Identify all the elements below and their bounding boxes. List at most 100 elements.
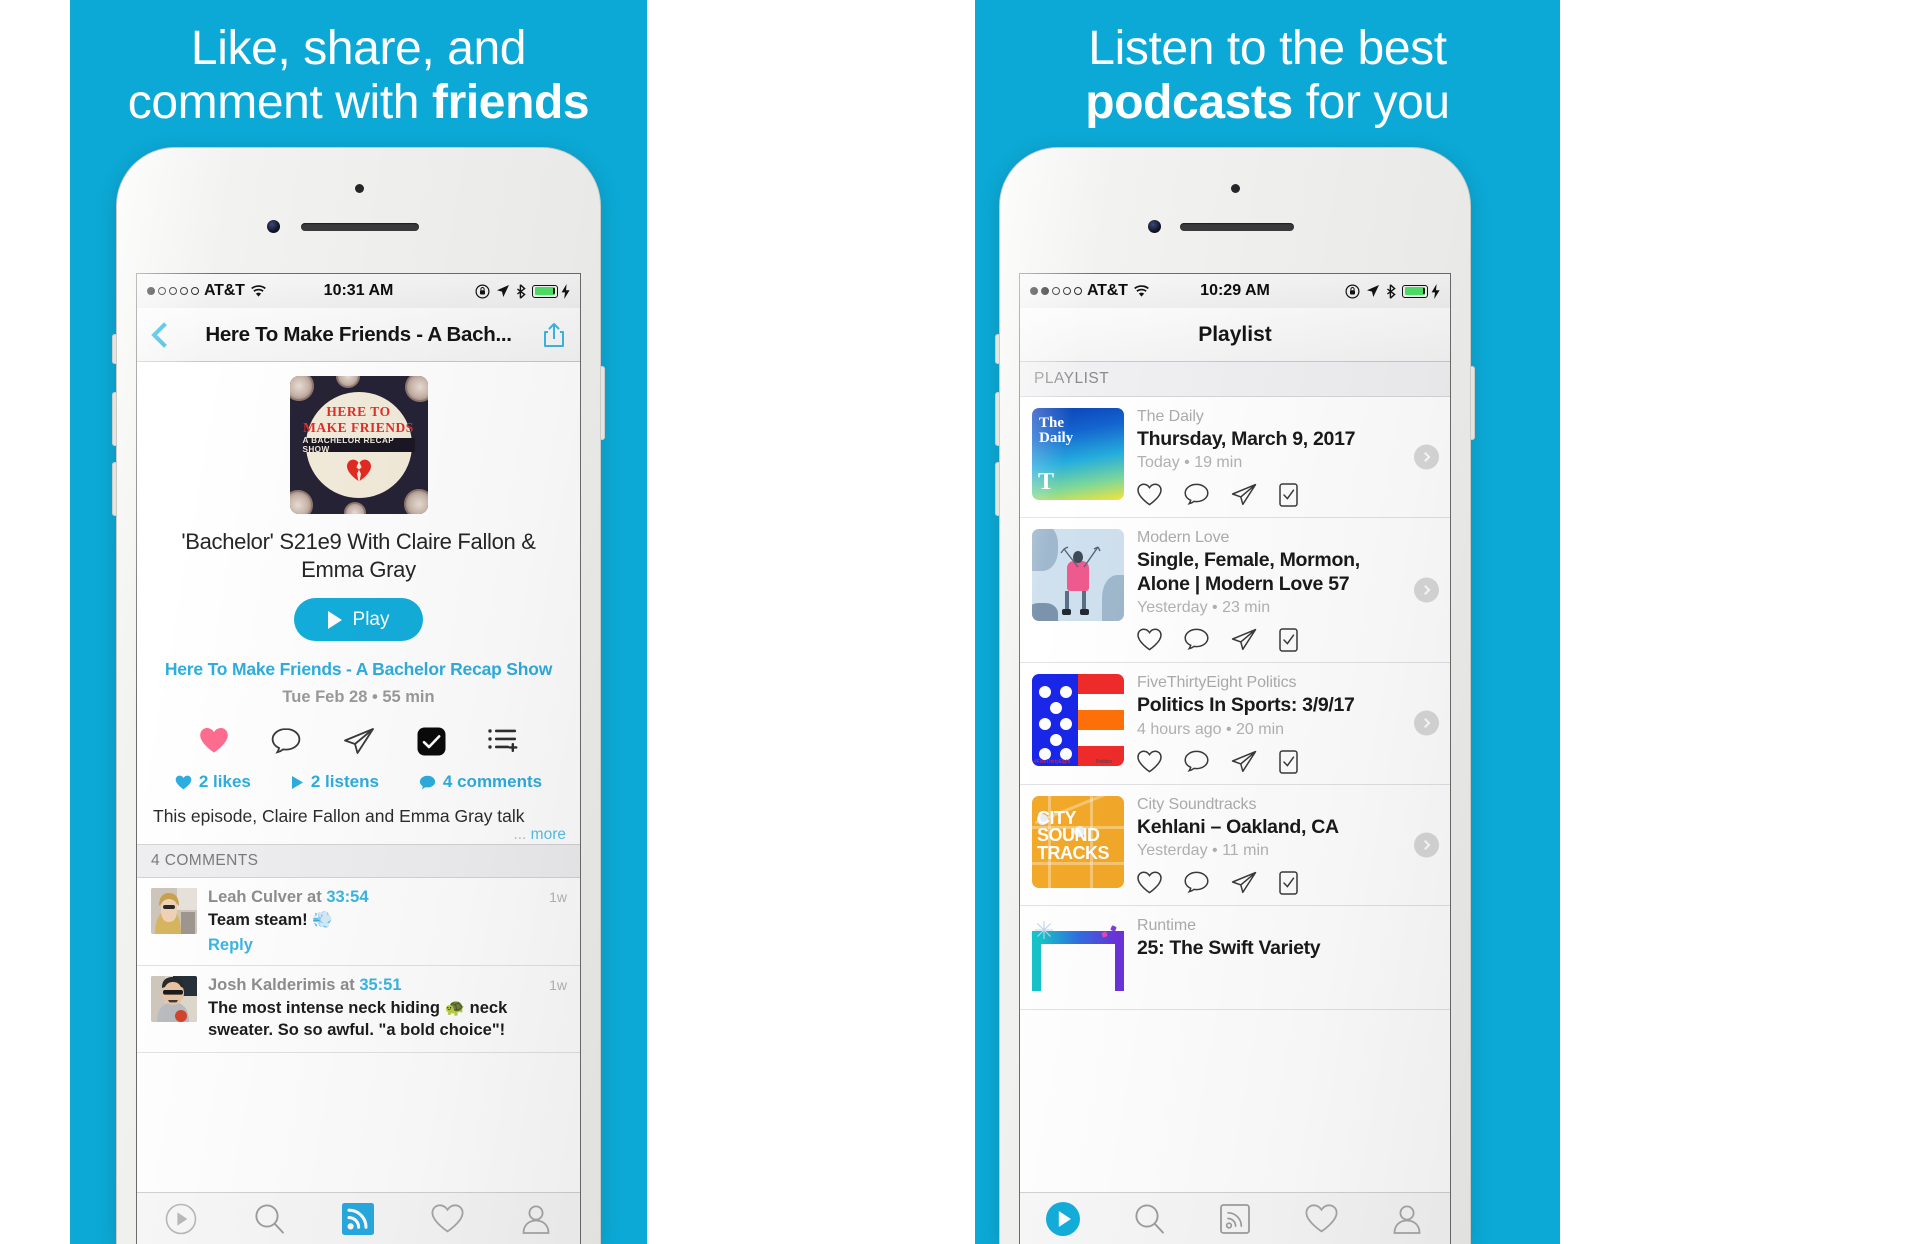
share-icon[interactable] [542,322,566,348]
battery-icon [1402,284,1428,298]
saved-check-icon[interactable] [417,727,446,756]
comment-icon[interactable] [1184,628,1209,651]
sparkle-icon [1035,920,1053,939]
share-send-icon[interactable] [1231,871,1257,894]
rss-icon [1220,1203,1250,1234]
play-circle-icon [165,1203,197,1234]
share-send-icon[interactable] [343,727,375,756]
rss-icon [342,1202,375,1235]
playlist-section-header: PLAYLIST [1020,362,1450,397]
the-daily-artwork: The Daily T [1032,408,1124,500]
comment-icon[interactable] [271,727,301,756]
list-item[interactable]: #FiveThirtyEight Politics FiveThirtyEigh… [1020,663,1450,785]
like-heart-icon[interactable] [199,727,229,756]
chevron-right-icon[interactable] [1414,444,1439,470]
runtime-artwork [1032,916,1124,1009]
list-item[interactable]: Modern Love Single, Female, Mormon, Alon… [1020,518,1450,664]
artwork-title: CITY SOUND TRACKS [1037,807,1110,863]
silent-switch[interactable] [995,334,1000,364]
show-name: City Soundtracks [1137,795,1257,813]
list-item[interactable]: The Daily T The Daily Thursday, March 9, … [1020,397,1450,519]
artwork-line2: MAKE FRIENDS [303,420,414,435]
volume-down-button[interactable] [112,462,117,516]
show-name: Modern Love [1137,529,1230,547]
share-send-icon[interactable] [1231,483,1257,506]
tab-feed[interactable] [1192,1203,1278,1234]
heart-icon [431,1204,464,1233]
play-small-icon [291,775,303,789]
confetti-icon [1101,925,1117,938]
heart-icon[interactable] [1137,483,1162,506]
volume-up-button[interactable] [112,392,117,446]
comment-item[interactable]: Leah Culver at 33:54 Team steam! 💨 Reply… [137,878,580,967]
episode-meta: Yesterday • 23 min [1137,599,1271,617]
save-device-icon[interactable] [1279,483,1298,508]
volume-up-button[interactable] [995,392,1000,446]
comment-text: Team steam! 💨 [208,911,333,930]
tab-likes[interactable] [1278,1204,1364,1233]
tab-profile[interactable] [1364,1204,1450,1234]
comments-stat[interactable]: 4 comments [419,772,542,792]
heart-icon[interactable] [1137,750,1162,773]
tab-player[interactable] [137,1203,226,1235]
person-icon [1393,1205,1421,1234]
likes-stat[interactable]: 2 likes [175,772,251,792]
tab-search[interactable] [1106,1203,1192,1234]
proximity-sensor-icon [354,184,364,193]
status-right-group [1345,283,1440,299]
chevron-right-icon[interactable] [1414,832,1439,858]
episode-meta: Tue Feb 28 • 55 min [282,688,435,707]
stats-row: 2 likes 2 listens 4 comments [137,756,580,792]
comment-icon[interactable] [1184,750,1209,773]
comment-icon[interactable] [1184,871,1209,894]
list-item[interactable]: Runtime 25: The Swift Variety [1020,906,1450,1010]
volume-down-button[interactable] [995,462,1000,516]
person-icon [522,1205,550,1234]
tab-search[interactable] [226,1203,315,1234]
nyt-logo-icon: T [1038,469,1055,495]
episode-title: 25: The Swift Variety [1137,936,1321,959]
list-item[interactable]: CITY SOUND TRACKS City Soundtracks Kehlani… [1020,785,1450,906]
tab-feed[interactable] [314,1202,403,1235]
artwork-caption-right: Politics [1096,759,1112,766]
heart-icon[interactable] [1137,871,1162,894]
chevron-right-icon[interactable] [1414,577,1439,603]
right-headline-line1: Listen to the best [1088,22,1447,75]
save-device-icon[interactable] [1279,749,1298,774]
play-button[interactable]: Play [293,598,424,642]
power-button[interactable] [1470,366,1475,440]
back-chevron-icon[interactable] [151,321,177,348]
action-icon-row [137,707,580,756]
list-item-info: The Daily Thursday, March 9, 2017 Today … [1137,408,1438,508]
episode-title: Thursday, March 9, 2017 [1137,428,1356,450]
front-camera-icon [267,220,280,233]
comment-reply-link[interactable]: Reply [208,932,566,955]
tab-profile[interactable] [491,1204,580,1234]
power-button[interactable] [600,366,605,440]
add-to-playlist-icon[interactable] [488,727,518,756]
share-send-icon[interactable] [1231,750,1257,773]
save-device-icon[interactable] [1279,628,1298,652]
tab-likes[interactable] [403,1204,492,1233]
heart-icon[interactable] [1137,628,1162,651]
comment-icon[interactable] [1184,483,1209,506]
comment-item[interactable]: Josh Kalderimis at 35:51 The most intens… [137,966,580,1053]
share-send-icon[interactable] [1231,628,1257,651]
tab-player[interactable] [1020,1201,1106,1237]
silent-switch[interactable] [112,334,117,364]
comment-body: Leah Culver at 33:54 Team steam! 💨 Reply [208,888,566,955]
broken-heart-icon [346,459,371,481]
comments-section-header: 4 COMMENTS [137,844,580,879]
show-link[interactable]: Here To Make Friends - A Bachelor Recap … [137,641,580,680]
artwork-title: The Daily [1039,415,1074,447]
left-tab-bar [137,1192,580,1244]
list-item-info: Runtime 25: The Swift Variety [1137,917,1438,960]
save-device-icon[interactable] [1279,871,1298,895]
artwork-caption-left: #FiveThirtyEight [1034,759,1071,766]
more-link[interactable]: ... more [513,826,566,845]
chevron-right-icon[interactable] [1414,710,1439,736]
comment-timestamp: 33:54 [326,888,369,907]
list-item-info: FiveThirtyEight Politics Politics In Spo… [1137,674,1438,774]
charging-icon [561,283,570,299]
listens-stat[interactable]: 2 listens [291,772,379,792]
